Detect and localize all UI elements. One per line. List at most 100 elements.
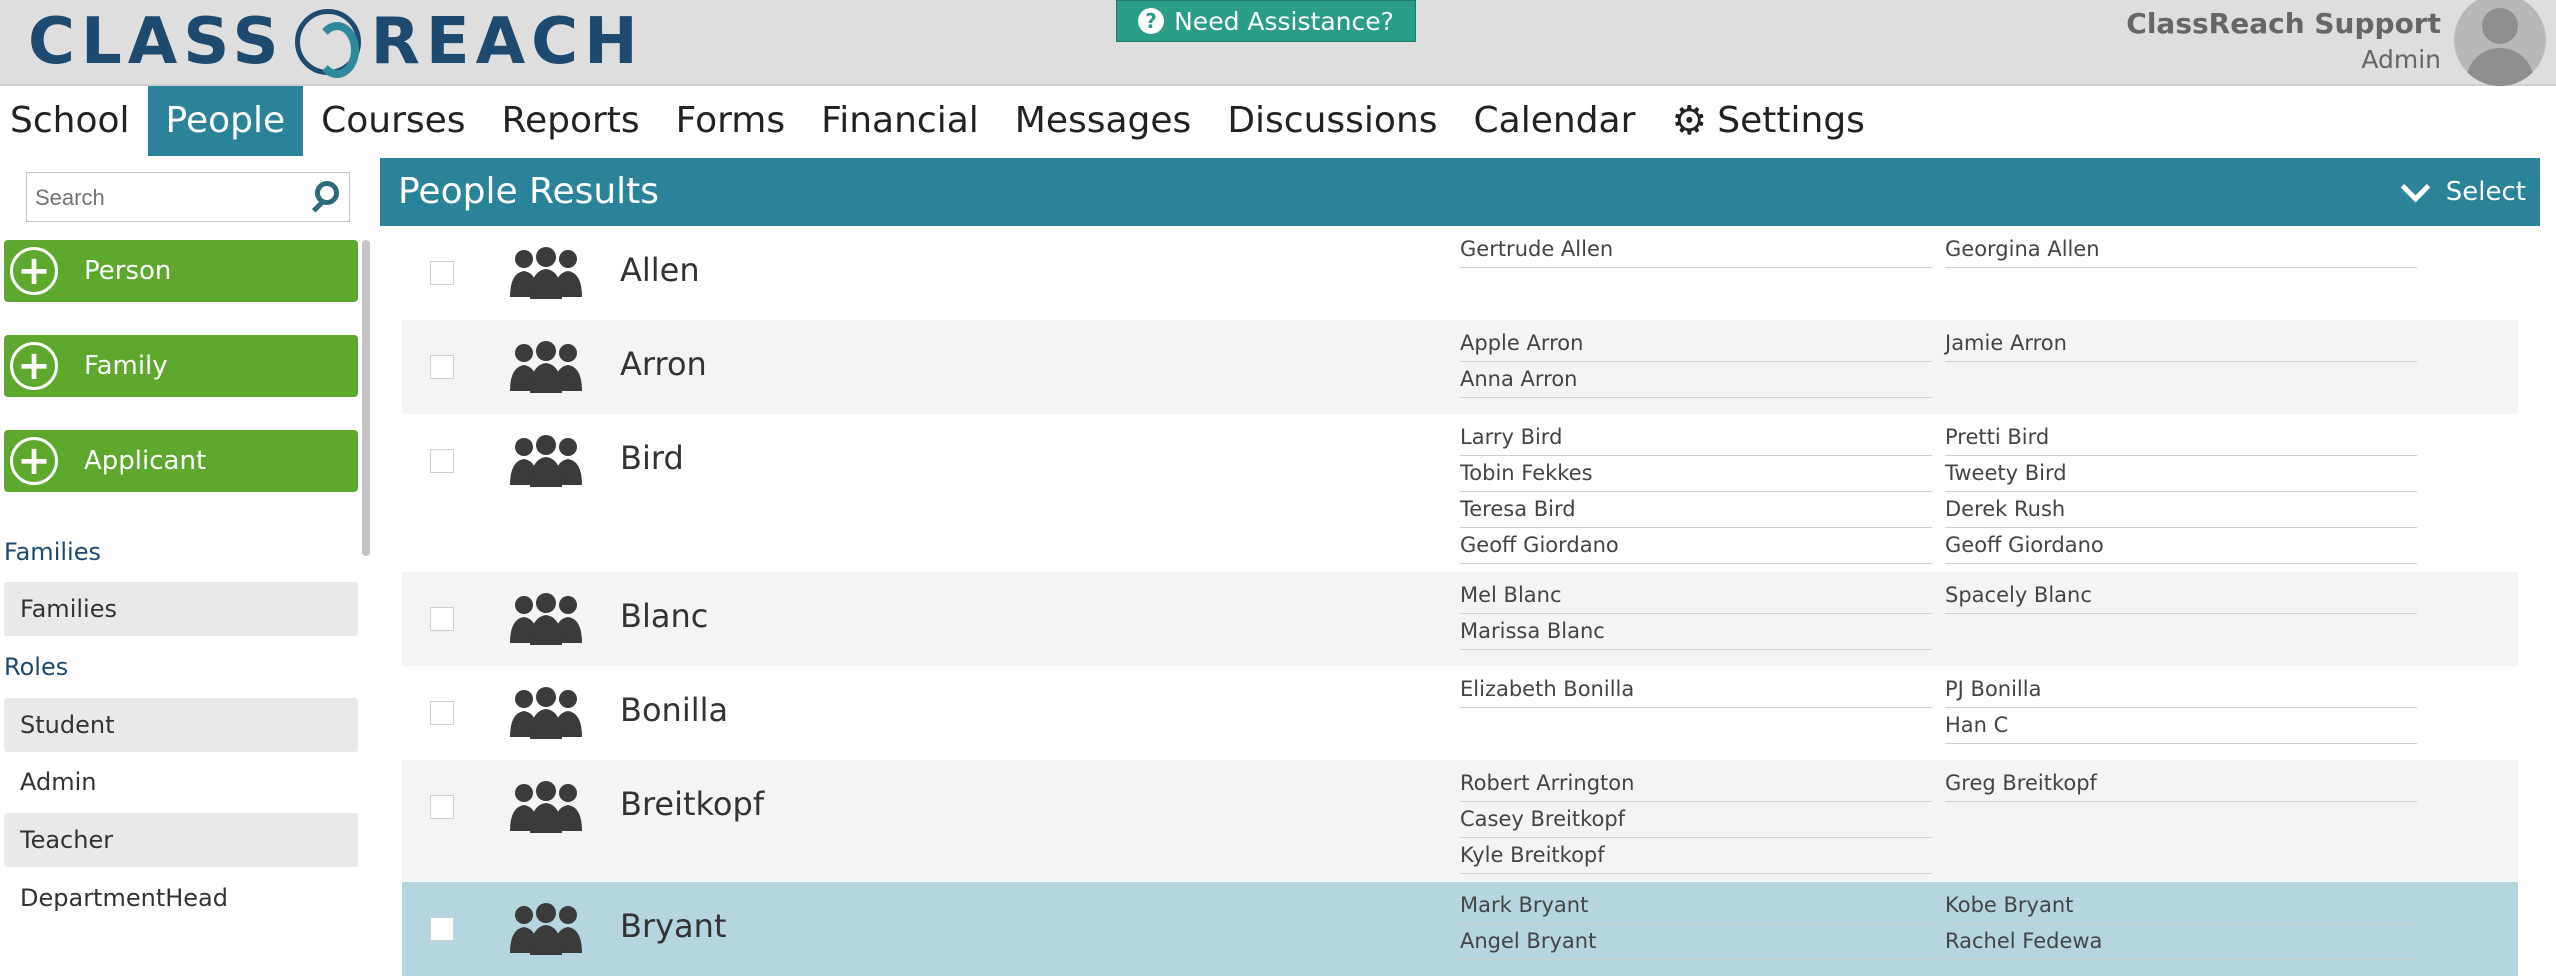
family-name[interactable]: Arron bbox=[620, 345, 707, 383]
search-input[interactable] bbox=[33, 181, 307, 215]
add-person-button[interactable]: + Person bbox=[4, 240, 358, 302]
family-name[interactable]: Allen bbox=[620, 251, 700, 289]
row-checkbox[interactable] bbox=[430, 917, 454, 941]
main-nav: School People Courses Reports Forms Fina… bbox=[0, 86, 2556, 156]
family-name[interactable]: Bryant bbox=[620, 907, 726, 945]
family-member-link[interactable]: PJ Bonilla bbox=[1945, 672, 2417, 708]
nav-courses[interactable]: Courses bbox=[303, 86, 483, 156]
family-member-link[interactable]: Georgina Allen bbox=[1945, 232, 2417, 268]
family-member-link[interactable]: Greg Breitkopf bbox=[1945, 766, 2417, 802]
family-member-link[interactable]: Geoff Giordano bbox=[1945, 528, 2417, 564]
family-name[interactable]: Blanc bbox=[620, 597, 708, 635]
sidebar-item-admin[interactable]: Admin bbox=[4, 755, 358, 809]
family-member-link[interactable]: Apple Arron bbox=[1460, 326, 1932, 362]
nav-messages[interactable]: Messages bbox=[997, 86, 1210, 156]
row-checkbox[interactable] bbox=[430, 261, 454, 285]
family-member-link[interactable]: Han C bbox=[1945, 708, 2417, 744]
family-member-link[interactable]: Pretti Bird bbox=[1945, 420, 2417, 456]
nav-financial[interactable]: Financial bbox=[803, 86, 997, 156]
user-name: ClassReach Support bbox=[2126, 7, 2441, 40]
user-info[interactable]: ClassReach Support Admin bbox=[2126, 6, 2441, 78]
nav-calendar[interactable]: Calendar bbox=[1456, 86, 1654, 156]
search-box bbox=[26, 172, 350, 222]
nav-settings[interactable]: ⚙ Settings bbox=[1653, 86, 1883, 156]
row-checkbox[interactable] bbox=[430, 607, 454, 631]
family-name[interactable]: Bonilla bbox=[620, 691, 728, 729]
family-row-bonilla[interactable]: Bonilla Elizabeth Bonilla PJ Bonilla Han C bbox=[402, 666, 2518, 760]
family-member-link[interactable]: Kyle Breitkopf bbox=[1460, 838, 1932, 874]
logo-mark-icon bbox=[294, 9, 361, 78]
family-member-link[interactable]: Mark Bryant bbox=[1460, 888, 1932, 924]
family-member-link[interactable]: Tweety Bird bbox=[1945, 456, 2417, 492]
family-member-link[interactable]: Robert Arrington bbox=[1460, 766, 1932, 802]
user-role: Admin bbox=[2361, 45, 2441, 74]
family-member-link[interactable]: Kobe Bryant bbox=[1945, 888, 2417, 924]
family-group-icon bbox=[508, 591, 584, 647]
family-group-icon bbox=[508, 245, 584, 301]
family-row-bird[interactable]: Bird Larry Bird Tobin Fekkes Teresa Bird Geo… bbox=[402, 414, 2518, 572]
family-member-link[interactable]: Teresa Bird bbox=[1460, 492, 1932, 528]
sidebar-item-teacher[interactable]: Teacher bbox=[4, 813, 358, 867]
logo-text-right: REACH bbox=[370, 5, 644, 79]
row-checkbox[interactable] bbox=[430, 449, 454, 473]
top-header: CLASS REACH ? Need Assistance? ClassReac… bbox=[0, 0, 2556, 86]
family-member-link[interactable]: Larry Bird bbox=[1460, 420, 1932, 456]
family-name[interactable]: Bird bbox=[620, 439, 684, 477]
family-group-icon bbox=[508, 433, 584, 489]
family-member-link[interactable]: Mel Blanc bbox=[1460, 578, 1932, 614]
results-header: People Results Select bbox=[380, 158, 2540, 226]
family-member-link[interactable]: Angel Bryant bbox=[1460, 924, 1932, 960]
family-member-link[interactable]: Tobin Fekkes bbox=[1460, 456, 1932, 492]
family-group-icon bbox=[508, 901, 584, 957]
add-person-label: Person bbox=[84, 256, 172, 286]
add-applicant-label: Applicant bbox=[84, 446, 207, 476]
search-icon[interactable] bbox=[315, 181, 339, 205]
nav-people[interactable]: People bbox=[147, 86, 304, 156]
nav-forms[interactable]: Forms bbox=[658, 86, 803, 156]
need-assistance-button[interactable]: ? Need Assistance? bbox=[1116, 0, 1416, 42]
select-dropdown[interactable]: Select bbox=[2400, 158, 2526, 226]
chevron-down-icon bbox=[2400, 172, 2431, 202]
sidebar-item-departmenthead[interactable]: DepartmentHead bbox=[4, 871, 358, 925]
family-row-blanc[interactable]: Blanc Mel Blanc Marissa Blanc Spacely Blanc bbox=[402, 572, 2518, 666]
family-member-link[interactable]: Anna Arron bbox=[1460, 362, 1932, 398]
question-icon: ? bbox=[1138, 8, 1165, 34]
sidebar-item-families[interactable]: Families bbox=[4, 582, 358, 636]
sidebar-scrollbar[interactable] bbox=[362, 240, 370, 556]
family-member-link[interactable]: Derek Rush bbox=[1945, 492, 2417, 528]
plus-circle-icon: + bbox=[10, 247, 58, 295]
classreach-logo[interactable]: CLASS REACH bbox=[28, 5, 644, 79]
family-member-link[interactable]: Rachel Fedewa bbox=[1945, 924, 2417, 960]
nav-discussions[interactable]: Discussions bbox=[1209, 86, 1455, 156]
people-results-panel: People Results Select Allen Gertrude Alle… bbox=[380, 158, 2540, 976]
add-family-button[interactable]: + Family bbox=[4, 335, 358, 397]
family-member-link[interactable]: Marissa Blanc bbox=[1460, 614, 1932, 650]
family-row-arron[interactable]: Arron Apple Arron Anna Arron Jamie Arron bbox=[402, 320, 2518, 414]
family-row-bryant[interactable]: Bryant Mark Bryant Angel Bryant Kobe Bryant… bbox=[402, 882, 2518, 976]
row-checkbox[interactable] bbox=[430, 795, 454, 819]
family-row-allen[interactable]: Allen Gertrude Allen Georgina Allen bbox=[402, 226, 2518, 320]
add-family-label: Family bbox=[84, 351, 168, 381]
need-assistance-label: Need Assistance? bbox=[1174, 6, 1394, 36]
family-name[interactable]: Breitkopf bbox=[620, 785, 764, 823]
sidebar-item-student[interactable]: Student bbox=[4, 698, 358, 752]
plus-circle-icon: + bbox=[10, 342, 58, 390]
avatar[interactable] bbox=[2454, 0, 2546, 86]
nav-school[interactable]: School bbox=[0, 86, 148, 156]
nav-reports[interactable]: Reports bbox=[484, 86, 658, 156]
family-member-link[interactable]: Jamie Arron bbox=[1945, 326, 2417, 362]
gear-icon: ⚙ bbox=[1671, 98, 1708, 144]
page-title: People Results bbox=[398, 171, 660, 212]
row-checkbox[interactable] bbox=[430, 355, 454, 379]
add-applicant-button[interactable]: + Applicant bbox=[4, 430, 358, 492]
families-heading: Families bbox=[4, 538, 101, 566]
family-row-breitkopf[interactable]: Breitkopf Robert Arrington Casey Breitkopf… bbox=[402, 760, 2518, 882]
row-checkbox[interactable] bbox=[430, 701, 454, 725]
family-member-link[interactable]: Gertrude Allen bbox=[1460, 232, 1932, 268]
family-member-link[interactable]: Spacely Blanc bbox=[1945, 578, 2417, 614]
family-member-link[interactable]: Casey Breitkopf bbox=[1460, 802, 1932, 838]
family-member-link[interactable]: Elizabeth Bonilla bbox=[1460, 672, 1932, 708]
family-member-link[interactable]: Geoff Giordano bbox=[1460, 528, 1932, 564]
logo-text-left: CLASS bbox=[28, 5, 285, 79]
select-label: Select bbox=[2445, 177, 2526, 207]
